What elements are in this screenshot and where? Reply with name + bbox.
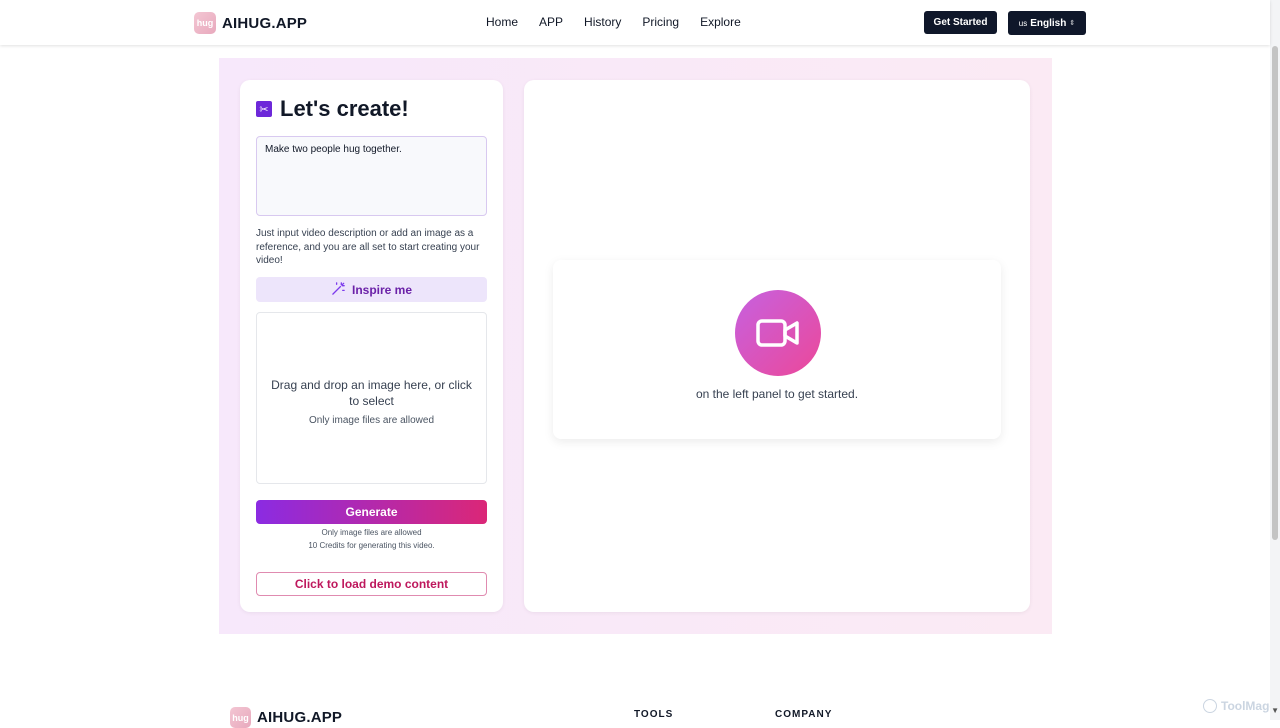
scissors-icon: ✂ — [256, 101, 272, 117]
logo-text: AIHUG.APP — [222, 14, 308, 32]
language-label: English — [1030, 17, 1067, 29]
inspire-me-button[interactable]: Inspire me — [256, 277, 487, 302]
chevron-updown-icon: ⇕ — [1069, 20, 1076, 27]
prompt-input[interactable]: Make two people hug together. — [256, 136, 487, 216]
preview-panel: on the left panel to get started. — [524, 80, 1030, 612]
nav-pricing[interactable]: Pricing — [642, 15, 679, 29]
logo-icon: hug — [194, 12, 216, 34]
nav-history[interactable]: History — [584, 15, 621, 29]
footer-company-heading: COMPANY — [775, 709, 833, 720]
nav-app[interactable]: APP — [539, 15, 563, 29]
footer-tools-heading: TOOLS — [634, 709, 674, 720]
dropzone-restriction: Only image files are allowed — [308, 414, 435, 426]
video-camera-icon — [735, 290, 821, 376]
us-flag-icon: us — [1018, 18, 1028, 28]
dropzone-instruction: Drag and drop an image here, or click to… — [271, 377, 472, 408]
create-panel: ✂ Let's create! Make two people hug toge… — [240, 80, 503, 612]
main-nav: Home APP History Pricing Explore — [486, 15, 741, 29]
load-demo-button[interactable]: Click to load demo content — [256, 572, 487, 596]
watermark: ToolMage — [1203, 699, 1276, 713]
image-dropzone[interactable]: Drag and drop an image here, or click to… — [256, 312, 487, 484]
panel-title: Let's create! — [280, 96, 409, 121]
scroll-down-arrow-icon[interactable]: ▼ — [1271, 706, 1279, 715]
watermark-text: ToolMage — [1221, 699, 1277, 713]
language-selector[interactable]: us English ⇕ — [1008, 11, 1086, 35]
get-started-button[interactable]: Get Started — [924, 11, 997, 34]
footer-logo[interactable]: hug AIHUG.APP — [230, 707, 342, 728]
page-scrollbar[interactable]: ▼ — [1270, 0, 1280, 720]
site-logo[interactable]: hug AIHUG.APP — [194, 12, 307, 34]
watermark-icon — [1203, 699, 1217, 713]
empty-state-card: on the left panel to get started. — [553, 260, 1001, 439]
file-type-note: Only image files are allowed — [321, 528, 422, 537]
panel-title-row: ✂ Let's create! — [256, 96, 409, 122]
credits-note: 10 Credits for generating this video. — [308, 541, 435, 550]
nav-home[interactable]: Home — [486, 15, 518, 29]
footer-logo-icon: hug — [230, 707, 251, 728]
inspire-me-label: Inspire me — [351, 282, 413, 297]
nav-explore[interactable]: Explore — [700, 15, 741, 29]
prompt-hint: Just input video description or add an i… — [256, 228, 480, 266]
top-header: hug AIHUG.APP Home APP History Pricing E… — [0, 0, 1270, 45]
scrollbar-thumb[interactable] — [1272, 46, 1278, 540]
magic-wand-icon — [331, 281, 346, 299]
footer-logo-text: AIHUG.APP — [257, 709, 343, 726]
generate-button[interactable]: Generate — [256, 500, 487, 524]
empty-state-text: on the left panel to get started. — [695, 387, 859, 401]
